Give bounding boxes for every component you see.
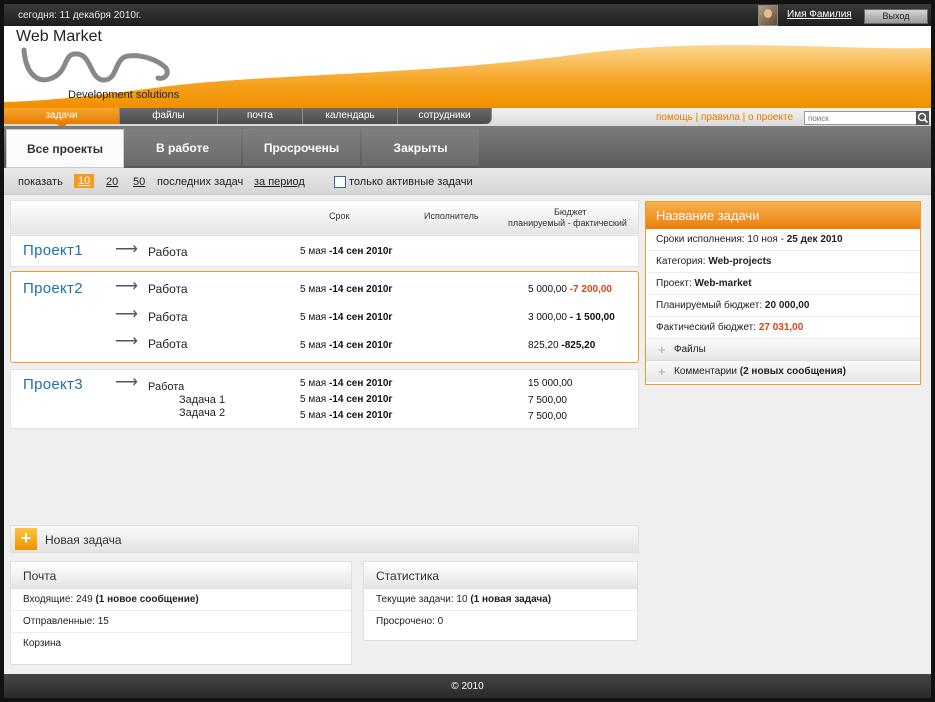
mail-inbox[interactable]: Входящие: 249 (1 новое сообщение): [11, 589, 351, 611]
tab-in-progress[interactable]: В работе: [124, 129, 241, 166]
tab-closed[interactable]: Закрыты: [362, 129, 479, 166]
logout-button[interactable]: Выход: [864, 9, 928, 24]
work-label: Работа: [148, 310, 188, 324]
work-label: Работа: [148, 245, 188, 259]
footer: © 2010: [4, 674, 931, 698]
brand-tagline: Development solutions: [68, 89, 180, 101]
project-row[interactable]: Проект3 ⟶ Работа Задача 1 Задача 2 5 мая…: [10, 369, 639, 429]
col-budget-sub: планируемый - фактический: [508, 218, 627, 228]
nav-tab-mail[interactable]: почта: [218, 108, 303, 124]
stats-current-tasks[interactable]: Текущие задачи: 10 (1 новая задача): [364, 589, 637, 611]
only-active-checkbox[interactable]: [334, 176, 346, 188]
nav-tab-staff[interactable]: сотрудники: [398, 108, 492, 124]
task-detail-panel: Название задачи Сроки исполнения: 10 ноя…: [645, 201, 921, 385]
stats-widget-title: Статистика: [364, 562, 637, 589]
detail-planned-budget: Планируемый бюджет: 20 000,00: [646, 295, 920, 317]
today-date: сегодня: 11 декабря 2010г.: [18, 10, 142, 21]
task-budget: 7 500,00: [528, 411, 567, 422]
period-link[interactable]: за период: [254, 176, 305, 188]
task-deadline: 5 мая -14 сен 2010г: [300, 246, 393, 257]
detail-deadline: Сроки исполнения: 10 ноя - 25 дек 2010: [646, 229, 920, 251]
task-deadline: 5 мая -14 сен 2010г: [300, 284, 393, 295]
project-row-selected[interactable]: Проект2 ⟶ Работа 5 мая -14 сен 2010г 5 0…: [10, 271, 639, 363]
project-name[interactable]: Проект2: [23, 280, 83, 297]
col-assignee: Исполнитель: [424, 211, 479, 221]
top-bar: сегодня: 11 декабря 2010г. Имя Фамилия В…: [4, 4, 931, 26]
count-option-20[interactable]: 20: [106, 176, 118, 188]
new-task-button[interactable]: Новая задача: [45, 533, 122, 547]
task-deadline: 5 мая -14 сен 2010г: [300, 410, 393, 421]
help-links: помощь | правила | о проекте: [656, 112, 794, 123]
subtask-label[interactable]: Задача 2: [179, 407, 225, 419]
username-link[interactable]: Имя Фамилия: [787, 9, 852, 20]
help-link[interactable]: помощь: [656, 112, 693, 123]
task-table-header: Срок Исполнитель Бюджет планируемый - фа…: [10, 200, 639, 234]
task-deadline: 5 мая -14 сен 2010г: [300, 340, 393, 351]
project-name[interactable]: Проект1: [23, 242, 83, 259]
subtask-label[interactable]: Задача 1: [179, 394, 225, 406]
stats-widget: Статистика Текущие задачи: 10 (1 новая з…: [363, 561, 638, 641]
app-window: сегодня: 11 декабря 2010г. Имя Фамилия В…: [4, 4, 931, 698]
detail-comments-toggle[interactable]: + Комментарии (2 новых сообщения): [646, 361, 920, 382]
count-option-50[interactable]: 50: [133, 176, 145, 188]
project-name[interactable]: Проект3: [23, 376, 83, 393]
rules-link[interactable]: правила: [701, 112, 740, 123]
arrow-right-icon: ⟶: [115, 278, 138, 295]
col-budget: Бюджет: [554, 207, 587, 217]
avatar-face-icon: [764, 9, 772, 18]
avatar[interactable]: [758, 5, 778, 26]
detail-category: Категория: Web-projects: [646, 251, 920, 273]
project-tabs: Все проекты В работе Просрочены Закрыты: [4, 126, 931, 168]
count-option-10[interactable]: 10: [74, 174, 95, 188]
arrow-right-icon: ⟶: [115, 333, 138, 350]
task-budget: 3 000,00 - 1 500,00: [528, 312, 615, 323]
task-deadline: 5 мая -14 сен 2010г: [300, 378, 393, 389]
about-link[interactable]: о проекте: [748, 112, 793, 123]
detail-project: Проект: Web-market: [646, 273, 920, 295]
main-nav: задачи файлы почта календарь сотрудники …: [4, 108, 931, 129]
mail-trash[interactable]: Корзина: [11, 633, 351, 654]
detail-files-toggle[interactable]: + Файлы: [646, 339, 920, 361]
header-banner: Web Market Development solutions: [4, 26, 931, 108]
detail-actual-budget: Фактический бюджет: 27 031,00: [646, 317, 920, 339]
plus-icon[interactable]: +: [15, 528, 37, 550]
plus-icon: +: [658, 364, 666, 379]
project-row[interactable]: Проект1 ⟶ Работа 5 мая -14 сен 2010г: [10, 235, 639, 267]
brand-title: Web Market: [16, 28, 102, 45]
work-label: Работа: [148, 282, 188, 296]
only-active-label: только активные задачи: [349, 176, 473, 188]
search-input[interactable]: [804, 111, 919, 125]
show-label: показать: [18, 176, 63, 188]
mail-widget-title: Почта: [11, 562, 351, 589]
stats-overdue[interactable]: Просрочено: 0: [364, 611, 637, 632]
last-tasks-label: последних задач: [157, 176, 244, 188]
task-budget: 825,20 -825,20: [528, 340, 596, 351]
nav-tab-tasks[interactable]: задачи: [4, 108, 120, 129]
arrow-right-icon: ⟶: [115, 306, 138, 323]
logo-wave-icon: [21, 47, 170, 83]
tab-all-projects[interactable]: Все проекты: [6, 129, 124, 168]
task-deadline: 5 мая -14 сен 2010г: [300, 394, 393, 405]
mail-sent[interactable]: Отправленные: 15: [11, 611, 351, 633]
search-icon: [917, 112, 929, 124]
plus-icon: +: [658, 342, 666, 357]
task-budget: 15 000,00: [528, 378, 573, 389]
col-deadline: Срок: [329, 211, 350, 221]
new-task-bar[interactable]: + Новая задача: [10, 525, 639, 553]
nav-tab-files[interactable]: файлы: [120, 108, 218, 124]
arrow-right-icon: ⟶: [115, 374, 138, 391]
task-budget: 7 500,00: [528, 395, 567, 406]
task-deadline: 5 мая -14 сен 2010г: [300, 312, 393, 323]
work-label: Работа: [148, 337, 188, 351]
search-button[interactable]: [916, 111, 929, 125]
arrow-right-icon: ⟶: [115, 241, 138, 258]
task-budget: 5 000,00 -7 200,00: [528, 284, 612, 295]
mail-widget: Почта Входящие: 249 (1 новое сообщение) …: [10, 561, 352, 665]
nav-tab-calendar[interactable]: календарь: [303, 108, 398, 124]
filter-bar: показать 10 20 50 последних задач за пер…: [4, 168, 931, 195]
tab-overdue[interactable]: Просрочены: [243, 129, 360, 166]
task-detail-title: Название задачи: [646, 202, 920, 229]
work-label: Работа: [148, 381, 185, 393]
